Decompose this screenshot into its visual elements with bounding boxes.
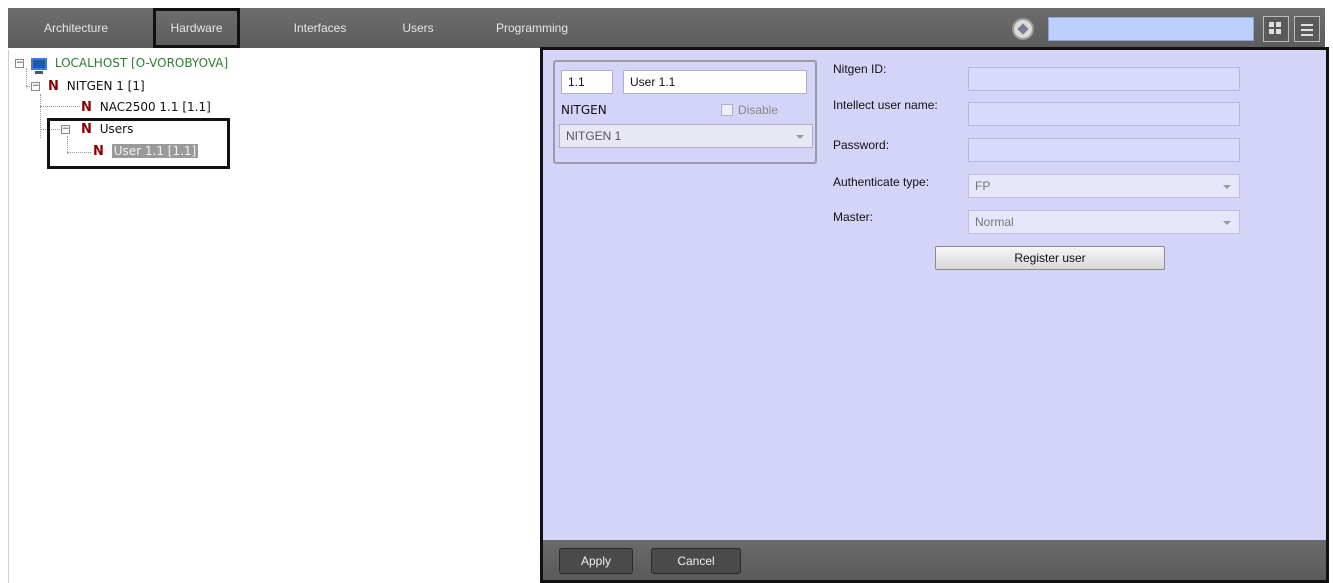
parent-object-value: NITGEN 1	[566, 129, 622, 143]
tree-item-localhost[interactable]: − LOCALHOST [O-VOROBYOVA]	[13, 54, 229, 74]
nitgen-id-label: Nitgen ID:	[833, 62, 887, 76]
grid-view-icon[interactable]	[1263, 16, 1289, 42]
nitgen-icon: N	[81, 100, 92, 115]
user-name-field[interactable]	[623, 70, 807, 94]
auth-type-select[interactable]: FP	[968, 174, 1240, 198]
object-type-label: NITGEN	[561, 103, 607, 117]
user-header-box: NITGEN Disable NITGEN 1	[553, 60, 817, 164]
tab-users[interactable]: Users	[388, 8, 448, 48]
cancel-button[interactable]: Cancel	[651, 548, 741, 574]
intellect-user-label: Intellect user name:	[833, 98, 938, 112]
computer-icon	[31, 57, 47, 74]
intellect-user-field[interactable]	[968, 102, 1240, 126]
password-label: Password:	[833, 138, 890, 152]
hardware-tree: − LOCALHOST [O-VOROBYOVA] − N NITGEN 1 […	[8, 50, 538, 583]
tree-item-nitgen[interactable]: − N NITGEN 1 [1]	[31, 77, 145, 95]
highlight-frame	[47, 118, 230, 169]
chevron-down-icon	[796, 135, 804, 139]
menu-icon[interactable]	[1294, 16, 1320, 42]
tree-item-label: NITGEN 1 [1]	[66, 79, 145, 93]
disable-checkbox[interactable]	[721, 104, 733, 116]
search-icon[interactable]	[1012, 18, 1034, 40]
search-input[interactable]	[1048, 17, 1254, 41]
tab-architecture[interactable]: Architecture	[26, 8, 126, 48]
nitgen-icon: N	[48, 79, 59, 94]
tree-item-nac2500[interactable]: N NAC2500 1.1 [1.1]	[81, 98, 211, 116]
tab-interfaces[interactable]: Interfaces	[270, 8, 370, 48]
register-user-button[interactable]: Register user	[935, 246, 1165, 270]
master-select[interactable]: Normal	[968, 210, 1240, 234]
master-label: Master:	[833, 210, 874, 224]
apply-button[interactable]: Apply	[559, 548, 633, 574]
disable-label: Disable	[738, 103, 779, 117]
chevron-down-icon	[1223, 185, 1231, 189]
auth-type-value: FP	[975, 179, 991, 193]
auth-type-label: Authenticate type:	[833, 175, 930, 189]
tab-hardware[interactable]: Hardware	[153, 8, 240, 48]
parent-object-select[interactable]: NITGEN 1	[559, 124, 813, 148]
top-menu-bar: Architecture Hardware Interfaces Users P…	[8, 8, 1325, 48]
collapse-icon[interactable]: −	[31, 82, 40, 91]
tab-programming[interactable]: Programming	[482, 8, 582, 48]
nitgen-id-field[interactable]	[968, 67, 1240, 91]
tree-item-label: LOCALHOST [O-VOROBYOVA]	[54, 56, 229, 70]
chevron-down-icon	[1223, 221, 1231, 225]
collapse-icon[interactable]: −	[15, 59, 24, 68]
settings-panel: NITGEN Disable NITGEN 1 Nitgen ID: Intel…	[540, 47, 1329, 583]
bottom-action-bar: Apply Cancel	[543, 540, 1326, 580]
master-value: Normal	[975, 215, 1014, 229]
user-id-field[interactable]	[561, 70, 613, 94]
password-field[interactable]	[968, 138, 1240, 162]
tree-item-label: NAC2500 1.1 [1.1]	[99, 100, 211, 114]
